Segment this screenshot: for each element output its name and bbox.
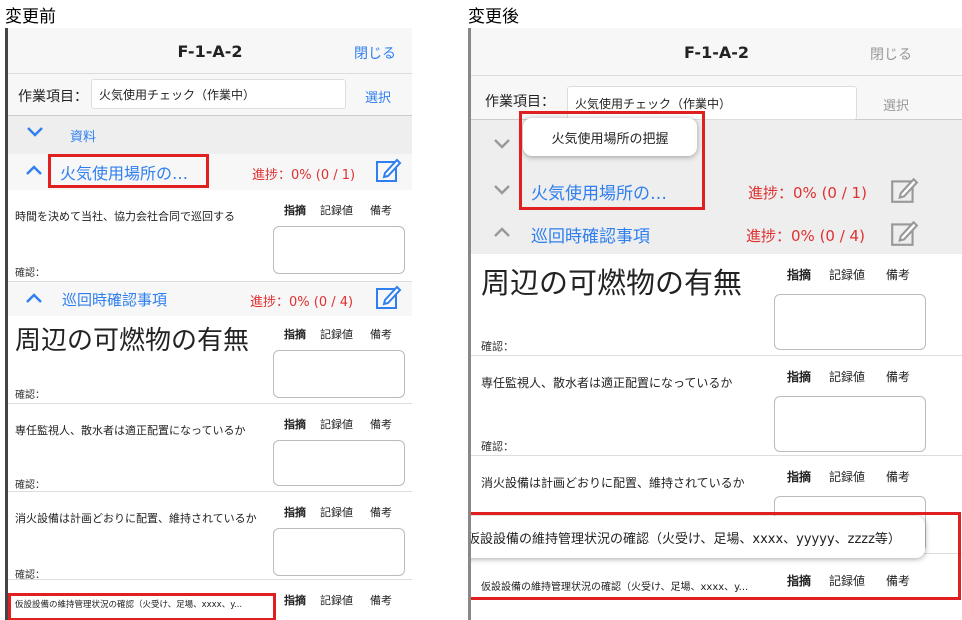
confirm-label: 確認：: [15, 480, 45, 491]
column-record: 記録値: [829, 370, 866, 384]
chevron-down-icon[interactable]: [26, 126, 44, 142]
column-record: 記録値: [829, 268, 866, 282]
list-item: 周辺の可燃物の有無 指摘 記録値 備考 確認：: [8, 316, 412, 404]
column-remark: 備考: [886, 268, 911, 282]
section-patrol-progress: 進捗：0% (0 / 4): [250, 295, 354, 310]
column-point: 指摘: [284, 594, 306, 607]
item-text: 消火設備は計画どおりに配置、維持されているか: [481, 476, 745, 490]
highlight-box: [519, 111, 705, 210]
edit-note-icon[interactable]: [374, 283, 402, 315]
item-text: 専任監視人、散水者は適正配置になっているか: [15, 424, 246, 437]
item-columns: 指摘 記録値 備考: [284, 202, 392, 218]
column-record: 記録値: [829, 470, 866, 484]
remark-input[interactable]: [774, 294, 926, 350]
remark-input[interactable]: [273, 528, 405, 576]
item-columns: 指摘 記録値 備考: [787, 468, 910, 485]
item-columns: 指摘 記録値 備考: [284, 504, 392, 520]
chevron-up-icon[interactable]: [493, 226, 511, 242]
chevron-down-icon[interactable]: [493, 138, 511, 154]
page-title: F-1-A-2: [177, 42, 243, 61]
column-remark: 備考: [370, 594, 392, 607]
column-remark: 備考: [886, 370, 911, 384]
remark-input[interactable]: [774, 396, 926, 452]
edit-note-icon[interactable]: [374, 156, 402, 188]
column-remark: 備考: [370, 418, 392, 431]
list-item: 専任監視人、散水者は適正配置になっているか 指摘 記録値 備考 確認：: [471, 356, 962, 456]
item-columns: 指摘 記録値 備考: [787, 266, 910, 283]
caption-after: 変更後: [468, 7, 519, 27]
chevron-up-icon[interactable]: [25, 292, 43, 308]
item-text: 周辺の可燃物の有無: [15, 326, 250, 356]
edit-note-icon[interactable]: [889, 175, 919, 209]
close-button[interactable]: 閉じる: [354, 43, 396, 63]
section-patrol-title: 巡回時確認事項: [62, 291, 168, 309]
header-bar: F-1-A-2 閉じる: [8, 28, 412, 74]
item-columns: 指摘 記録値 備考: [284, 416, 392, 432]
highlight-box: [471, 512, 961, 600]
item-text: 周辺の可燃物の有無: [481, 266, 743, 300]
caption-before: 変更前: [5, 7, 56, 27]
section-patrol-progress: 進捗：0% (0 / 4): [746, 227, 865, 245]
remark-input[interactable]: [273, 440, 405, 486]
edit-note-icon[interactable]: [889, 218, 919, 252]
section-patrol[interactable]: 巡回時確認事項 進捗：0% (0 / 4): [471, 212, 962, 254]
remark-input[interactable]: [273, 226, 405, 274]
column-point: 指摘: [787, 470, 812, 484]
section-patrol[interactable]: 巡回時確認事項 進捗：0% (0 / 4): [8, 282, 412, 316]
work-item-label: 作業項目：: [18, 89, 88, 105]
list-item: 時間を決めて当社、協力会社合同で巡回する 指摘 記録値 備考 確認：: [8, 190, 412, 282]
item-text: 消火設備は計画どおりに配置、維持されているか: [15, 512, 257, 525]
column-record: 記録値: [320, 328, 353, 341]
section-fire-progress: 進捗：0% (0 / 1): [252, 168, 356, 183]
work-item-field[interactable]: 火気使用チェック（作業中）: [91, 79, 346, 109]
item-text: 専任監視人、散水者は適正配置になっているか: [481, 376, 733, 390]
section-fire-progress: 進捗：0% (0 / 1): [748, 184, 867, 202]
work-item-row: 作業項目： 火気使用チェック（作業中） 選択: [8, 74, 412, 116]
list-item: 消火設備は計画どおりに配置、維持されているか 指摘 記録値 備考 確認：: [8, 492, 412, 581]
confirm-label: 確認：: [481, 440, 514, 453]
section-patrol-title: 巡回時確認事項: [531, 227, 650, 247]
chevron-down-icon[interactable]: [493, 184, 511, 200]
column-point: 指摘: [787, 268, 812, 282]
section-materials-label: 資料: [70, 130, 97, 145]
column-point: 指摘: [284, 418, 306, 431]
select-button[interactable]: 選択: [883, 95, 909, 114]
item-columns: 指摘 記録値 備考: [284, 592, 392, 608]
column-remark: 備考: [886, 470, 911, 484]
column-record: 記録値: [320, 506, 353, 519]
header-bar: F-1-A-2 閉じる: [471, 28, 962, 76]
list-item: 周辺の可燃物の有無 指摘 記録値 備考 確認：: [471, 254, 962, 356]
column-remark: 備考: [370, 328, 392, 341]
select-button[interactable]: 選択: [365, 87, 391, 106]
confirm-label: 確認：: [15, 268, 45, 279]
item-columns: 指摘 記録値 備考: [787, 368, 910, 385]
close-button[interactable]: 閉じる: [870, 44, 912, 64]
column-record: 記録値: [320, 594, 353, 607]
column-record: 記録値: [320, 418, 353, 431]
confirm-label: 確認：: [15, 390, 45, 401]
item-text: 時間を決めて当社、協力会社合同で巡回する: [15, 210, 235, 223]
remark-input[interactable]: [273, 350, 405, 398]
chevron-up-icon[interactable]: [25, 164, 43, 180]
column-remark: 備考: [370, 204, 392, 217]
column-remark: 備考: [370, 506, 392, 519]
list-item: 専任監視人、散水者は適正配置になっているか 指摘 記録値 備考 確認：: [8, 404, 412, 492]
item-columns: 指摘 記録値 備考: [284, 326, 392, 342]
column-point: 指摘: [284, 328, 306, 341]
before-panel: F-1-A-2 閉じる 作業項目： 火気使用チェック（作業中） 選択 資料 火気…: [5, 28, 412, 620]
column-point: 指摘: [284, 506, 306, 519]
highlight-box: [48, 154, 209, 188]
confirm-label: 確認：: [481, 340, 514, 353]
section-materials[interactable]: 資料: [8, 116, 412, 154]
after-panel: F-1-A-2 閉じる 作業項目： 火気使用チェック（作業中） 選択 火気使用場…: [468, 28, 962, 620]
column-point: 指摘: [787, 370, 812, 384]
highlight-box: [8, 593, 276, 620]
column-point: 指摘: [284, 204, 306, 217]
confirm-label: 確認：: [15, 570, 45, 581]
column-record: 記録値: [320, 204, 353, 217]
work-item-label: 作業項目：: [485, 94, 555, 110]
